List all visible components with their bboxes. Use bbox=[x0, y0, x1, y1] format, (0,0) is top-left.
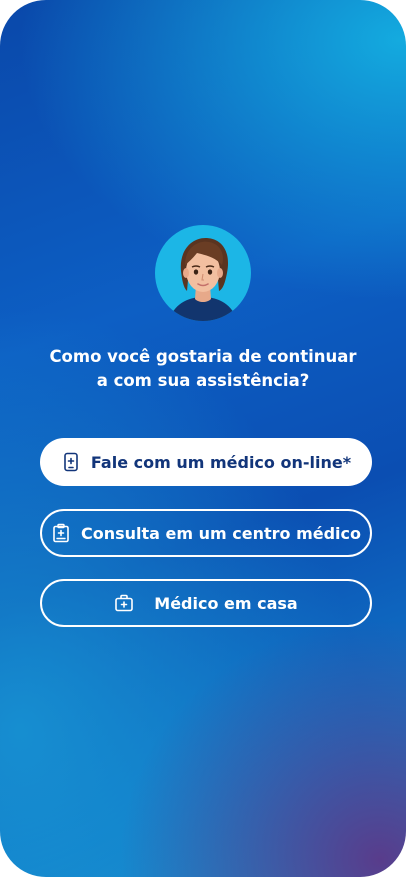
question-line-2: a com sua assistência? bbox=[96, 371, 310, 390]
phone-doctor-icon bbox=[61, 452, 81, 472]
clinic-icon bbox=[51, 523, 71, 543]
home-doctor-label: Médico em casa bbox=[154, 593, 298, 613]
assistant-avatar bbox=[155, 225, 251, 321]
talk-online-doctor-label: Fale com um médico on-line* bbox=[90, 452, 352, 472]
medical-center-appointment-label: Consulta em um centro médico bbox=[80, 523, 362, 543]
medical-kit-icon bbox=[114, 593, 134, 613]
app-screen: Como você gostaria de continuar a com su… bbox=[0, 0, 406, 877]
home-doctor-button[interactable]: Médico em casa bbox=[40, 579, 372, 627]
assistant-avatar-illustration bbox=[169, 237, 237, 321]
talk-online-doctor-button[interactable]: Fale com um médico on-line* bbox=[40, 438, 372, 486]
medical-center-appointment-button[interactable]: Consulta em um centro médico bbox=[40, 509, 372, 557]
question-line-1: Como você gostaria de continuar bbox=[49, 347, 357, 366]
question-heading: Como você gostaria de continuar a com su… bbox=[30, 345, 376, 393]
